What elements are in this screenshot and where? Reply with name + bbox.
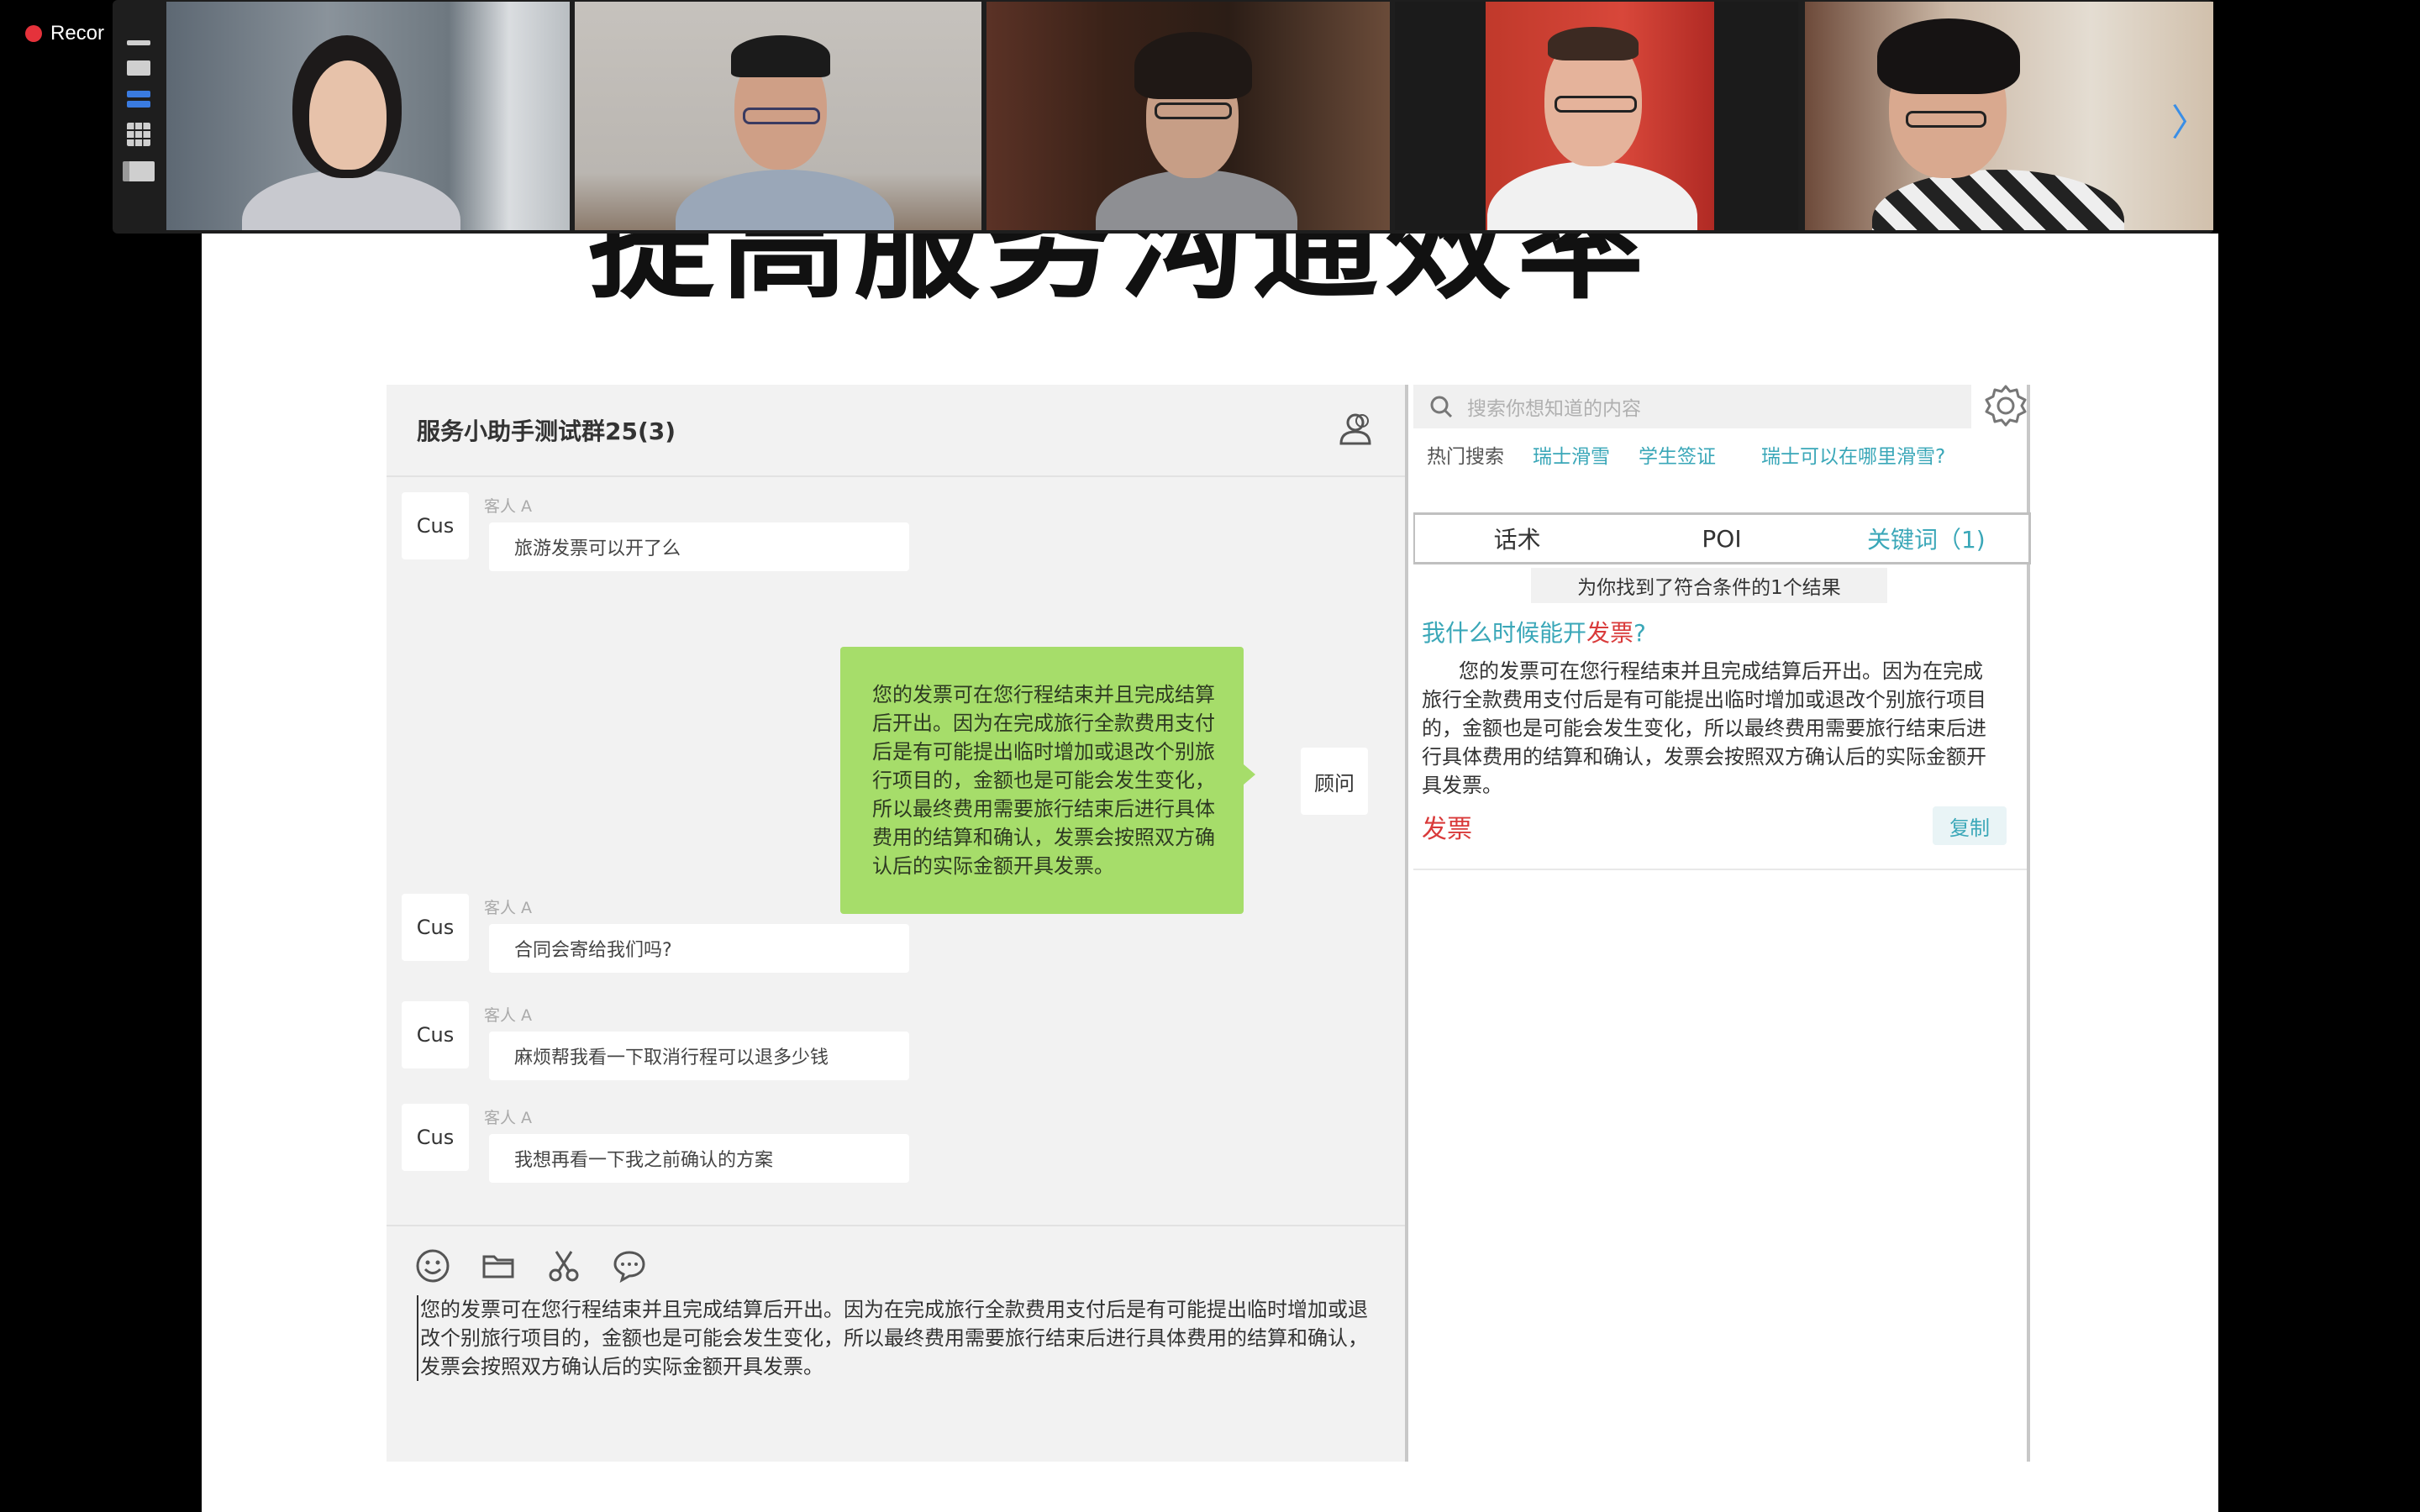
advisor-message-bubble[interactable]: 您的发票可在您行程结束并且完成结算后开出。因为在完成旅行全款费用支付后是有可能提… [840, 647, 1255, 914]
hot-search-tag[interactable]: 瑞士可以在哪里滑雪? [1761, 440, 1945, 469]
search-box[interactable]: 搜索你想知道的内容 [1413, 385, 1971, 428]
knowledge-panel: 搜索你想知道的内容 热门搜索 瑞士滑雪 学生签证 瑞士可以在哪里滑雪? 话术 P… [1413, 385, 2031, 1462]
chat-bubble-icon[interactable] [612, 1248, 647, 1284]
avatar[interactable]: Cus [402, 1104, 469, 1171]
glasses-icon [743, 108, 820, 124]
result-count: 为你找到了符合条件的1个结果 [1531, 568, 1887, 603]
hot-search-tag[interactable]: 瑞士滑雪 [1533, 440, 1610, 469]
video-tile-participant-5[interactable] [1805, 2, 2213, 230]
video-tile-participant-1[interactable] [166, 2, 570, 230]
shared-slide: 提高服务沟通效率 服务小助手测试群25(3) Cus 客人 A 旅游发票可以开了… [202, 234, 2218, 1512]
question-suffix: ? [1634, 619, 1646, 647]
hot-search-tag[interactable]: 学生签证 [1639, 440, 1716, 469]
speaker-view-icon[interactable] [127, 60, 150, 76]
sender-name: 客人 A [484, 1109, 533, 1127]
tab-scripts[interactable]: 话术 [1415, 515, 1619, 562]
side-by-side-icon[interactable] [123, 161, 155, 181]
composer-input[interactable]: 您的发票可在您行程结束并且完成结算后开出。因为在完成旅行全款费用支付后是有可能提… [417, 1295, 1386, 1381]
gallery-view-icon[interactable] [127, 123, 150, 146]
message-bubble[interactable]: 合同会寄给我们吗? [489, 924, 909, 973]
question-highlight: 发票 [1586, 619, 1634, 647]
participant-hair [1548, 27, 1639, 60]
chevron-right-icon[interactable]: 〉 [2171, 92, 2208, 146]
scissors-icon[interactable] [546, 1248, 581, 1284]
participant-hair [1877, 18, 2020, 94]
avatar[interactable]: Cus [402, 894, 469, 961]
advisor-avatar[interactable]: 顾问 [1301, 748, 1368, 815]
question-prefix: 我什么时候能开 [1422, 619, 1587, 647]
avatar[interactable]: Cus [402, 492, 469, 559]
divider [1413, 869, 2027, 870]
message-bubble[interactable]: 旅游发票可以开了么 [489, 522, 909, 571]
result-keyword: 发票 [1422, 815, 1472, 844]
message-bubble[interactable]: 麻烦帮我看一下取消行程可以退多少钱 [489, 1032, 909, 1080]
composer-toolbar [415, 1248, 647, 1284]
copy-button[interactable]: 复制 [1933, 806, 2007, 845]
slide-title: 提高服务沟通效率 [588, 234, 1651, 317]
hot-searches: 热门搜索 瑞士滑雪 学生签证 瑞士可以在哪里滑雪? [1427, 440, 1945, 469]
participant-face [309, 60, 387, 170]
recording-indicator[interactable]: Recor [25, 22, 104, 45]
result-question[interactable]: 我什么时候能开发票? [1422, 615, 1646, 648]
search-placeholder: 搜索你想知道的内容 [1467, 398, 1641, 420]
minimize-view-icon[interactable] [127, 40, 150, 45]
sender-name: 客人 A [484, 497, 533, 516]
members-icon[interactable] [1336, 410, 1375, 449]
message-composer[interactable]: 您的发票可在您行程结束并且完成结算后开出。因为在完成旅行全款费用支付后是有可能提… [387, 1225, 1405, 1463]
glasses-icon [1555, 96, 1637, 113]
hot-search-label: 热门搜索 [1427, 446, 1504, 468]
message-bubble[interactable]: 我想再看一下我之前确认的方案 [489, 1134, 909, 1183]
sender-name: 客人 A [484, 1006, 533, 1025]
tab-poi[interactable]: POI [1619, 515, 1823, 562]
folder-icon[interactable] [481, 1248, 516, 1284]
video-tile-participant-2[interactable] [575, 2, 981, 230]
emoji-icon[interactable] [415, 1248, 450, 1284]
search-icon [1430, 396, 1453, 418]
chat-title: 服务小助手测试群25(3) [417, 417, 676, 445]
strip-view-icon[interactable] [127, 91, 150, 97]
glasses-icon [1906, 111, 1986, 128]
chat-header: 服务小助手测试群25(3) [387, 385, 1405, 477]
glasses-icon [1155, 102, 1232, 119]
video-tile-participant-4[interactable] [1395, 2, 1798, 230]
chat-panel: 服务小助手测试群25(3) Cus 客人 A 旅游发票可以开了么 您的发票可在您… [387, 385, 1408, 1462]
participant-hair [731, 35, 830, 77]
gear-icon[interactable] [1981, 381, 2030, 430]
avatar[interactable]: Cus [402, 1001, 469, 1068]
recording-label: Recor [50, 22, 105, 45]
result-tabs: 话术 POI 关键词（1) [1413, 512, 2031, 564]
video-tile-participant-3[interactable] [986, 2, 1390, 230]
result-answer: 您的发票可在您行程结束并且完成结算后开出。因为在完成旅行全款费用支付后是有可能提… [1422, 659, 1986, 797]
tab-keywords[interactable]: 关键词（1) [1824, 515, 2028, 562]
gallery-view-controls [113, 34, 165, 210]
participant-hair [1134, 32, 1252, 99]
sender-name: 客人 A [484, 899, 533, 917]
record-dot-icon [25, 25, 42, 42]
